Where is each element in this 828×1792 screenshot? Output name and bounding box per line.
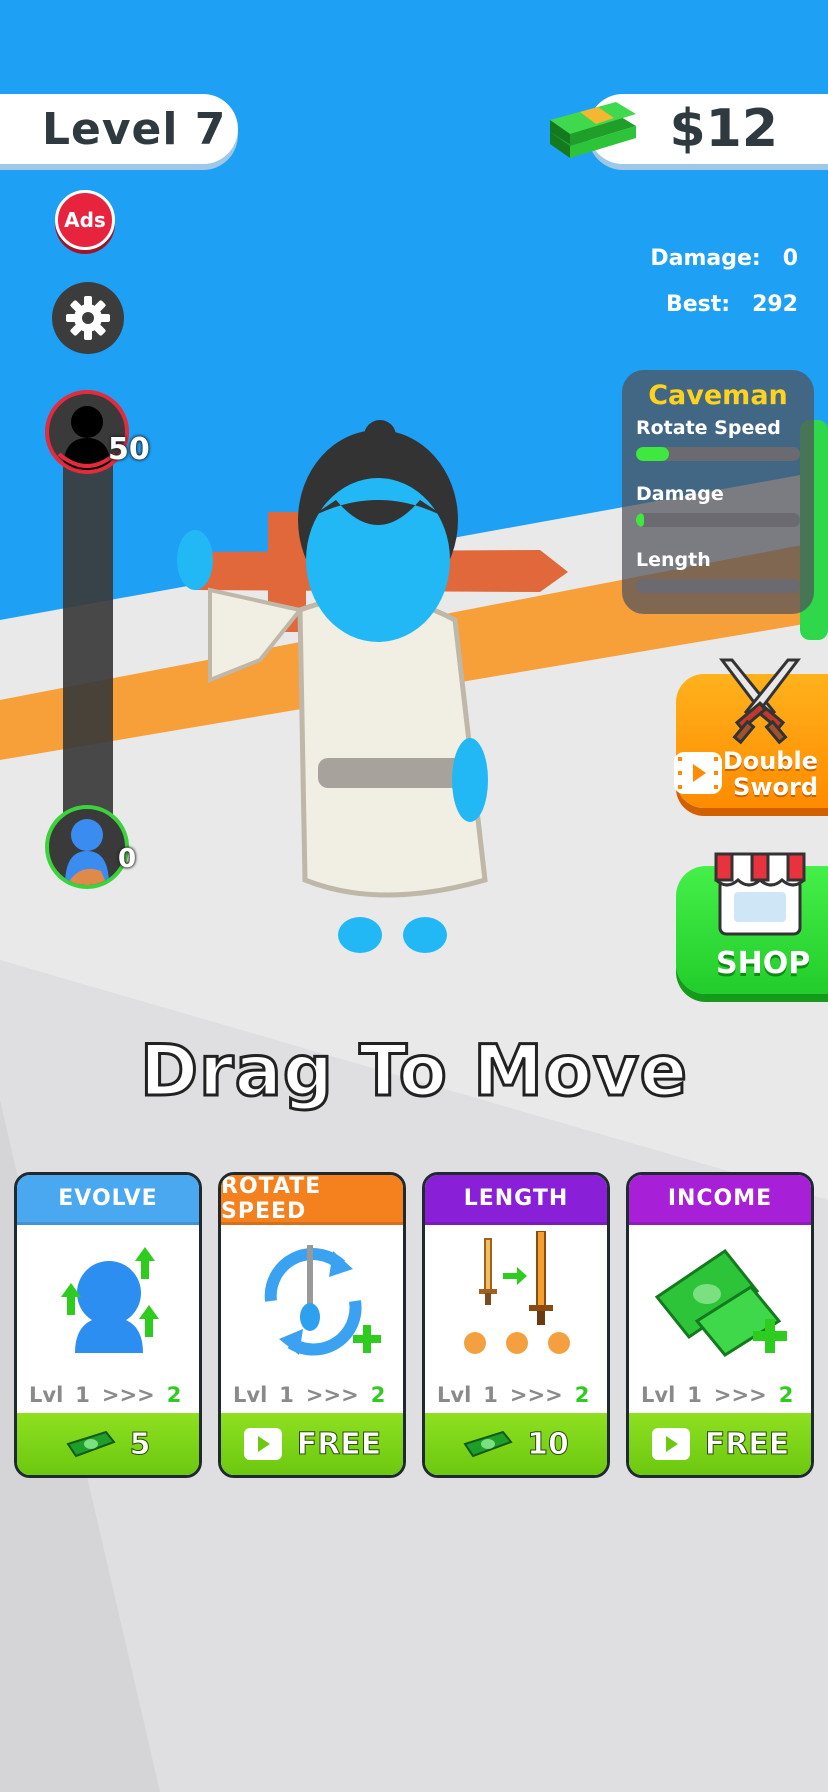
video-ad-icon — [674, 752, 722, 794]
income-cost: FREE — [704, 1426, 790, 1462]
evolve-lvl-from: 1 — [75, 1383, 90, 1407]
double-sword-line2: Sword — [733, 773, 818, 801]
shop-label: SHOP — [716, 946, 811, 981]
rotate-speed-level-row: Lvl 1 >>> 2 — [233, 1383, 393, 1407]
length-lvl-arrows: >>> — [509, 1383, 563, 1407]
evolve-level-row: Lvl 1 >>> 2 — [29, 1383, 189, 1407]
boss-count: 50 — [108, 432, 150, 467]
rotate-speed-cost: FREE — [296, 1426, 382, 1462]
damage-stats: Damage: 0 Best: 292 — [650, 236, 798, 328]
remove-ads-button[interactable]: Ads — [55, 190, 115, 250]
rotate-speed-bar — [636, 447, 800, 461]
length-cost: 10 — [527, 1426, 570, 1462]
evolve-lvl-arrows: >>> — [101, 1383, 155, 1407]
length-lvl-label: Lvl — [437, 1383, 472, 1407]
cash-icon — [463, 1430, 513, 1458]
player-silhouette-icon — [65, 819, 109, 885]
income-card-title: INCOME — [629, 1175, 811, 1225]
income-card[interactable]: INCOME Lvl 1 >>> 2 FREE — [626, 1172, 814, 1478]
rotate-speed-lvl-arrows: >>> — [305, 1383, 359, 1407]
rotate-speed-card-title: ROTATE SPEED — [221, 1175, 403, 1225]
income-icon — [654, 1248, 787, 1357]
video-ad-icon — [243, 1428, 282, 1460]
length-buy-button[interactable]: 10 — [425, 1413, 607, 1475]
length-level-row: Lvl 1 >>> 2 — [437, 1383, 597, 1407]
double-sword-line1: Double — [722, 747, 818, 775]
income-lvl-from: 1 — [687, 1383, 702, 1407]
drag-to-move-hint: Drag To Move — [138, 1029, 689, 1114]
crossed-swords-icon — [718, 658, 802, 745]
rotate-speed-card[interactable]: ROTATE SPEED Lvl 1 >>> 2 FREE — [218, 1172, 406, 1478]
cash-icon — [65, 1430, 116, 1458]
length-icon — [464, 1231, 570, 1354]
shop-button[interactable]: SHOP — [676, 852, 828, 994]
evolve-icon — [61, 1247, 159, 1353]
length-lvl-to: 2 — [574, 1383, 590, 1407]
income-level-row: Lvl 1 >>> 2 — [641, 1383, 801, 1407]
evolve-cost: 5 — [129, 1426, 151, 1462]
play-icon — [678, 757, 718, 789]
rotate-speed-buy-button[interactable]: FREE — [221, 1413, 403, 1475]
best-label: Best: — [665, 292, 731, 317]
evolve-lvl-label: Lvl — [29, 1383, 64, 1407]
length-stat-label: Length — [636, 549, 711, 571]
double-sword-label: Double Sword — [723, 748, 818, 800]
ads-label: Ads — [64, 208, 106, 232]
income-lvl-arrows: >>> — [713, 1383, 767, 1407]
best-value: 292 — [752, 292, 798, 317]
length-bar — [636, 579, 800, 593]
rotate-speed-bar-fill — [636, 447, 669, 461]
rotate-speed-lvl-label: Lvl — [233, 1383, 268, 1407]
damage-label: Damage: — [650, 246, 761, 271]
progress-track — [63, 440, 113, 830]
income-lvl-to: 2 — [778, 1383, 794, 1407]
cash-stack-icon — [550, 102, 636, 158]
length-card-title: LENGTH — [425, 1175, 607, 1225]
level-indicator: Level 7 — [0, 94, 238, 164]
upgrade-cards: EVOLVE Lvl 1 >>> 2 5 ROTATE SPEED Lvl 1 … — [14, 1172, 814, 1480]
video-ad-icon — [651, 1428, 690, 1460]
evolve-card-title: EVOLVE — [17, 1175, 199, 1225]
income-buy-button[interactable]: FREE — [629, 1413, 811, 1475]
settings-button[interactable] — [52, 282, 124, 354]
weapon-stats-panel: Caveman Rotate Speed Damage Length — [622, 370, 814, 614]
income-lvl-label: Lvl — [641, 1383, 676, 1407]
damage-bar-fill — [636, 513, 645, 527]
rotate-speed-lvl-from: 1 — [279, 1383, 294, 1407]
evolve-card[interactable]: EVOLVE Lvl 1 >>> 2 5 — [14, 1172, 202, 1478]
evolve-buy-button[interactable]: 5 — [17, 1413, 199, 1475]
rotate-speed-label: Rotate Speed — [636, 417, 781, 439]
damage-stat-label: Damage — [636, 483, 724, 505]
length-card[interactable]: LENGTH Lvl 1 >>> 2 10 — [422, 1172, 610, 1478]
storefront-icon — [714, 852, 806, 936]
damage-bar — [636, 513, 800, 527]
player-avatar — [45, 805, 129, 889]
evolve-lvl-to: 2 — [166, 1383, 182, 1407]
rotate-speed-lvl-to: 2 — [370, 1383, 386, 1407]
weapon-name: Caveman — [648, 380, 788, 411]
level-label: Level 7 — [42, 103, 227, 155]
money-amount: $12 — [669, 99, 778, 159]
length-lvl-from: 1 — [483, 1383, 498, 1407]
rotate-speed-icon — [264, 1245, 381, 1356]
gear-icon — [66, 296, 110, 340]
player-count: 0 — [118, 844, 137, 874]
damage-value: 0 — [782, 246, 798, 271]
